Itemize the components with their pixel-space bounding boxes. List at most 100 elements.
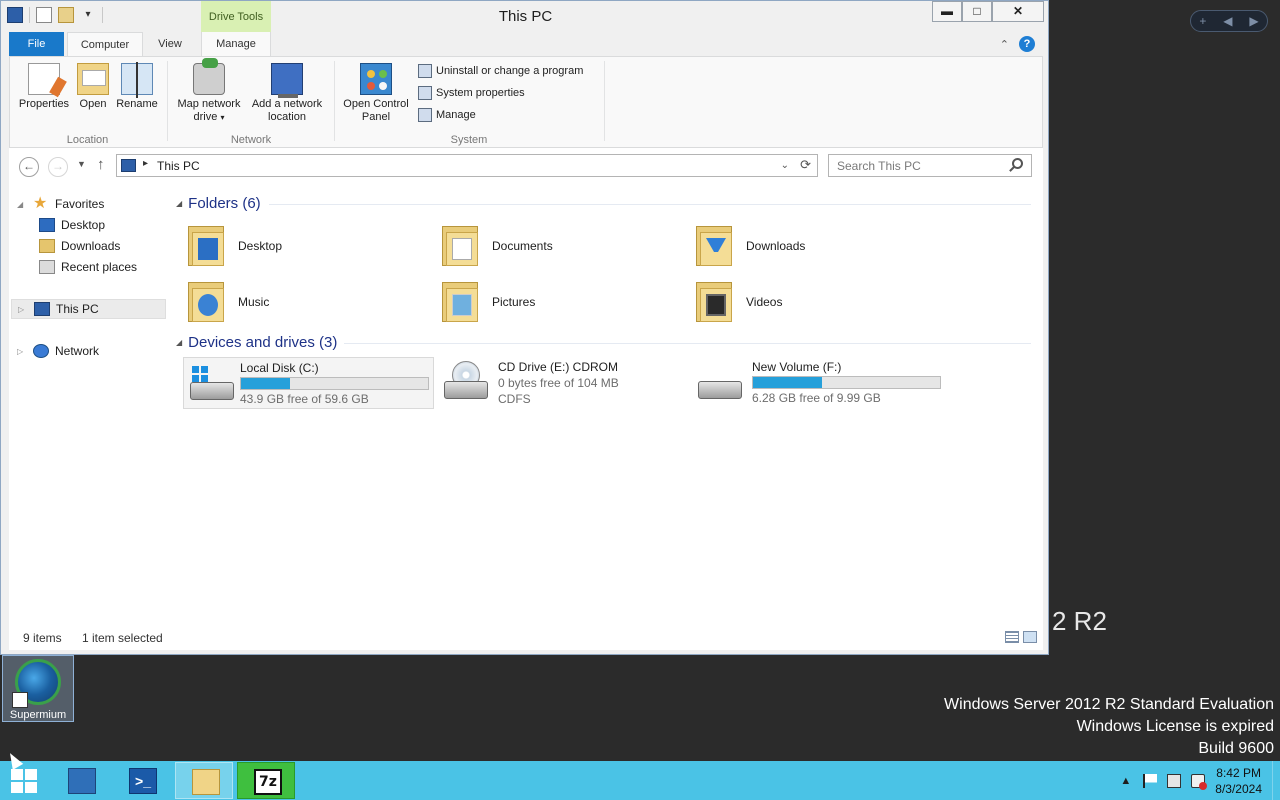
collapse-icon[interactable]: ◢ xyxy=(176,199,182,208)
maximize-button[interactable]: □ xyxy=(962,1,992,22)
desktop-icon-supermium[interactable]: Supermium xyxy=(2,655,74,722)
tab-computer[interactable]: Computer xyxy=(67,32,143,57)
7zip-icon: 7z xyxy=(254,769,282,795)
folder-tile-music[interactable]: Music xyxy=(186,278,269,324)
map-network-drive-button[interactable]: Map network drive ▾ xyxy=(173,58,245,124)
nav-favorites[interactable]: ◢ ★ Favorites xyxy=(17,194,104,214)
drive-usage-fill xyxy=(753,377,823,388)
tab-file[interactable]: File xyxy=(9,32,64,56)
taskbar-server-manager[interactable] xyxy=(52,762,110,799)
drive-filesystem: CDFS xyxy=(498,392,531,406)
breadcrumb-this-pc[interactable]: This PC xyxy=(157,159,200,173)
start-button[interactable] xyxy=(0,761,48,800)
group-divider xyxy=(269,204,1031,205)
uninstall-program-button[interactable]: Uninstall or change a program xyxy=(418,64,583,78)
hard-drive-icon xyxy=(696,359,744,405)
folder-name: Videos xyxy=(746,295,783,309)
add-network-location-button[interactable]: Add a network location xyxy=(247,63,327,124)
nav-network[interactable]: ▷ Network xyxy=(17,341,99,361)
server-manager-icon xyxy=(68,768,96,794)
taskbar-powershell[interactable]: >_ xyxy=(113,762,171,799)
map-drive-label-1: Map network xyxy=(177,98,241,110)
nav-this-pc[interactable]: ▷ This PC xyxy=(11,299,166,319)
drive-tile-c[interactable]: Local Disk (C:) 43.9 GB free of 59.6 GB xyxy=(183,357,434,409)
minimize-ribbon-icon[interactable]: ⌃ xyxy=(1000,38,1009,51)
refresh-icon[interactable]: ⟳ xyxy=(800,157,811,173)
favorites-star-icon: ★ xyxy=(33,195,48,212)
show-hidden-icons-icon[interactable]: ▲ xyxy=(1120,775,1131,787)
desktop-nav-pill[interactable]: + ◀ ▶ xyxy=(1190,10,1268,32)
taskbar-file-explorer[interactable] xyxy=(175,762,233,799)
files-pane: ◢ Folders (6) Desktop Documents Download… xyxy=(174,184,1043,624)
back-button[interactable]: ← xyxy=(19,157,39,177)
action-center-flag-icon[interactable] xyxy=(1143,773,1158,788)
expand-icon[interactable]: ▷ xyxy=(18,305,28,314)
open-button[interactable]: Open xyxy=(74,63,112,111)
up-arrow-icon[interactable]: ↑ xyxy=(97,156,105,173)
taskbar-7zip[interactable]: 7z xyxy=(237,762,295,799)
search-input[interactable] xyxy=(829,155,1009,176)
nav-recent-places[interactable]: Recent places xyxy=(39,257,137,277)
close-button[interactable]: ✕ xyxy=(992,1,1044,22)
collapse-icon[interactable]: ◢ xyxy=(176,338,182,347)
manage-button[interactable]: Manage xyxy=(418,108,476,122)
system-properties-button[interactable]: System properties xyxy=(418,86,525,100)
downloads-icon xyxy=(39,239,55,253)
drive-tile-f[interactable]: New Volume (F:) 6.28 GB free of 9.99 GB xyxy=(692,357,952,409)
details-view-icon[interactable] xyxy=(1005,631,1019,643)
window-controls: ▬ □ ✕ xyxy=(932,1,1044,22)
properties-icon xyxy=(28,63,60,95)
folders-group-header[interactable]: ◢ Folders (6) xyxy=(176,195,261,212)
breadcrumb-arrow-icon[interactable]: ▸ xyxy=(143,158,148,169)
tab-manage[interactable]: Manage xyxy=(201,32,271,56)
prev-desktop-button[interactable]: ◀ xyxy=(1223,14,1232,28)
next-desktop-button[interactable]: ▶ xyxy=(1249,14,1258,28)
devices-group-header[interactable]: ◢ Devices and drives (3) xyxy=(176,334,337,351)
selection-count: 1 item selected xyxy=(82,631,163,645)
expand-icon[interactable]: ▷ xyxy=(17,347,27,356)
open-control-panel-button[interactable]: Open Control Panel xyxy=(340,63,412,124)
folder-tile-pictures[interactable]: Pictures xyxy=(440,278,535,324)
windows-logo-icon xyxy=(11,769,37,793)
folder-tile-desktop[interactable]: Desktop xyxy=(186,222,282,268)
drive-tile-e[interactable]: CD Drive (E:) CDROM 0 bytes free of 104 … xyxy=(438,357,689,409)
large-icons-view-icon[interactable] xyxy=(1023,631,1037,643)
minimize-button[interactable]: ▬ xyxy=(932,1,962,22)
properties-button[interactable]: Properties xyxy=(16,63,72,111)
status-bar: 9 items 1 item selected xyxy=(9,624,1043,650)
rename-button[interactable]: Rename xyxy=(114,62,160,111)
folder-tile-downloads[interactable]: Downloads xyxy=(694,222,805,268)
nav-downloads[interactable]: Downloads xyxy=(39,236,120,256)
forward-button[interactable]: → xyxy=(48,157,68,177)
uninstall-label: Uninstall or change a program xyxy=(436,65,584,77)
manage-label: Manage xyxy=(436,109,476,121)
ribbon-tabs: File Computer View Manage ⌃ ? xyxy=(9,32,1043,57)
search-box[interactable] xyxy=(828,154,1032,177)
nav-desktop-label: Desktop xyxy=(61,218,106,232)
address-history-icon[interactable]: ⌄ xyxy=(781,160,789,171)
help-icon[interactable]: ? xyxy=(1019,36,1035,52)
recent-locations-icon[interactable]: ▼ xyxy=(77,159,86,169)
drive-free-space: 6.28 GB free of 9.99 GB xyxy=(752,391,881,405)
nav-this-pc-label: This PC xyxy=(56,302,99,316)
show-desktop-button[interactable] xyxy=(1272,761,1280,800)
group-label-system: System xyxy=(450,134,488,146)
tab-view[interactable]: View xyxy=(147,32,193,56)
drive-usage-fill xyxy=(241,378,291,389)
rename-label: Rename xyxy=(116,98,158,110)
add-desktop-button[interactable]: + xyxy=(1199,14,1206,28)
search-icon[interactable] xyxy=(1012,158,1023,169)
collapse-icon[interactable]: ◢ xyxy=(17,200,27,209)
title-bar[interactable]: ▾ Drive Tools This PC ▬ □ ✕ xyxy=(1,1,1048,32)
folder-tile-videos[interactable]: Videos xyxy=(694,278,782,324)
nav-desktop[interactable]: Desktop xyxy=(39,215,105,235)
navigation-bar: ← → ▼ ↑ ▸ This PC ⌄ ⟳ xyxy=(9,148,1043,184)
computer-management-icon xyxy=(418,108,432,122)
folder-tile-documents[interactable]: Documents xyxy=(440,222,553,268)
clock[interactable]: 8:42 PM 8/3/2024 xyxy=(1215,765,1262,797)
watermark-edition: Windows Server 2012 R2 Standard Evaluati… xyxy=(944,696,1274,713)
watermark-license: Windows License is expired xyxy=(1076,718,1274,735)
volume-muted-icon[interactable] xyxy=(1191,773,1208,790)
network-status-icon[interactable] xyxy=(1167,773,1182,788)
address-bar[interactable]: ▸ This PC ⌄ ⟳ xyxy=(116,154,818,177)
